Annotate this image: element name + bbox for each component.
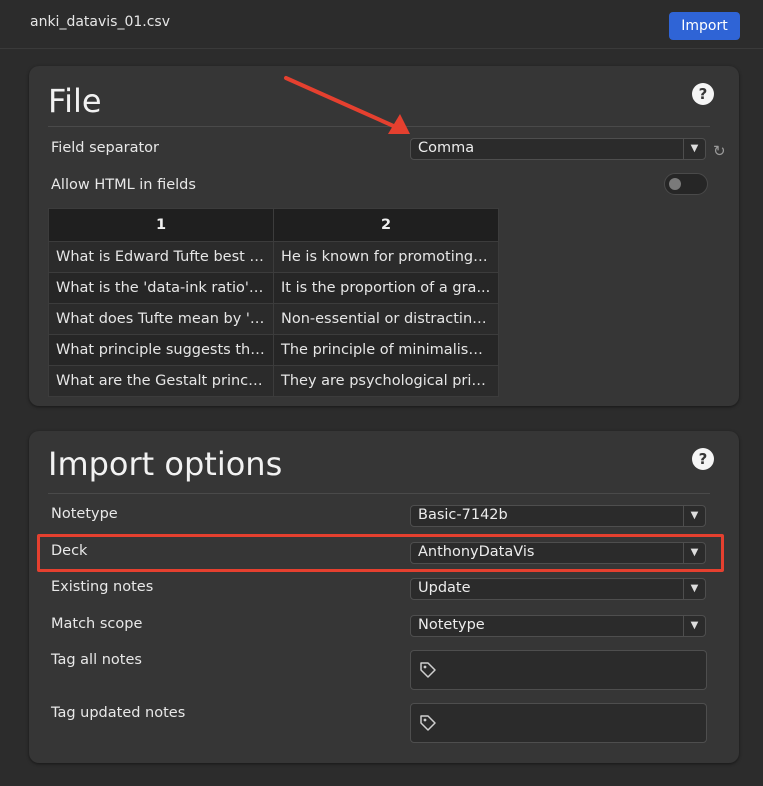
help-icon[interactable]: ? bbox=[692, 448, 714, 470]
tag-all-input[interactable] bbox=[410, 650, 707, 690]
table-cell: What is the 'data-ink ratio' a... bbox=[48, 272, 274, 304]
help-icon[interactable]: ? bbox=[692, 83, 714, 105]
allow-html-label: Allow HTML in fields bbox=[51, 177, 196, 193]
column-header: 2 bbox=[273, 208, 499, 242]
existing-notes-label: Existing notes bbox=[51, 579, 154, 595]
chevron-down-icon: ▼ bbox=[683, 616, 705, 636]
notetype-value: Basic-7142b bbox=[418, 507, 508, 523]
chevron-down-icon: ▼ bbox=[683, 579, 705, 599]
file-name: anki_datavis_01.csv bbox=[30, 14, 170, 30]
field-separator-value: Comma bbox=[418, 140, 475, 156]
tag-updated-label: Tag updated notes bbox=[51, 705, 186, 721]
match-scope-label: Match scope bbox=[51, 616, 143, 632]
match-scope-value: Notetype bbox=[418, 617, 485, 633]
table-cell: What principle suggests tha... bbox=[48, 334, 274, 366]
notetype-select[interactable]: Basic-7142b ▼ bbox=[410, 505, 706, 527]
table-cell: What does Tufte mean by 'c... bbox=[48, 303, 274, 335]
reset-icon[interactable]: ↻ bbox=[713, 142, 726, 160]
table-cell: The principle of minimalism... bbox=[273, 334, 499, 366]
tag-updated-input[interactable] bbox=[410, 703, 707, 743]
field-separator-select[interactable]: Comma ▼ bbox=[410, 138, 706, 160]
table-cell: What is Edward Tufte best k... bbox=[48, 241, 274, 273]
annotation-arrow bbox=[284, 76, 410, 134]
toggle-knob bbox=[669, 178, 681, 190]
table-row: What principle suggests tha... The princ… bbox=[48, 334, 499, 366]
divider bbox=[48, 493, 710, 494]
notetype-label: Notetype bbox=[51, 506, 118, 522]
preview-table: 1 2 What is Edward Tufte best k... He is… bbox=[48, 208, 499, 397]
tag-all-label: Tag all notes bbox=[51, 652, 142, 668]
table-cell: They are psychological prin... bbox=[273, 365, 499, 397]
allow-html-toggle[interactable] bbox=[664, 173, 708, 195]
top-bar: anki_datavis_01.csv Import bbox=[0, 0, 763, 49]
chevron-down-icon: ▼ bbox=[683, 139, 705, 159]
annotation-highlight-box bbox=[37, 534, 724, 572]
existing-notes-value: Update bbox=[418, 580, 471, 596]
table-row: What does Tufte mean by 'c... Non-essent… bbox=[48, 303, 499, 335]
tag-icon bbox=[420, 715, 436, 731]
table-row: What is the 'data-ink ratio' a... It is … bbox=[48, 272, 499, 304]
existing-notes-select[interactable]: Update ▼ bbox=[410, 578, 706, 600]
table-row: What is Edward Tufte best k... He is kno… bbox=[48, 241, 499, 273]
table-cell: It is the proportion of a gra... bbox=[273, 272, 499, 304]
field-separator-label: Field separator bbox=[51, 140, 160, 156]
table-row: What are the Gestalt princip... They are… bbox=[48, 365, 499, 397]
file-section-title: File bbox=[48, 82, 102, 120]
chevron-down-icon: ▼ bbox=[683, 506, 705, 526]
import-options-title: Import options bbox=[48, 445, 283, 483]
table-cell: Non-essential or distracting... bbox=[273, 303, 499, 335]
table-cell: He is known for promoting ... bbox=[273, 241, 499, 273]
column-header: 1 bbox=[48, 208, 274, 242]
table-cell: What are the Gestalt princip... bbox=[48, 365, 274, 397]
tag-icon bbox=[420, 662, 436, 678]
import-options-section: Import options ? Notetype Basic-7142b ▼ … bbox=[29, 431, 739, 763]
match-scope-select[interactable]: Notetype ▼ bbox=[410, 615, 706, 637]
import-button[interactable]: Import bbox=[669, 12, 740, 40]
